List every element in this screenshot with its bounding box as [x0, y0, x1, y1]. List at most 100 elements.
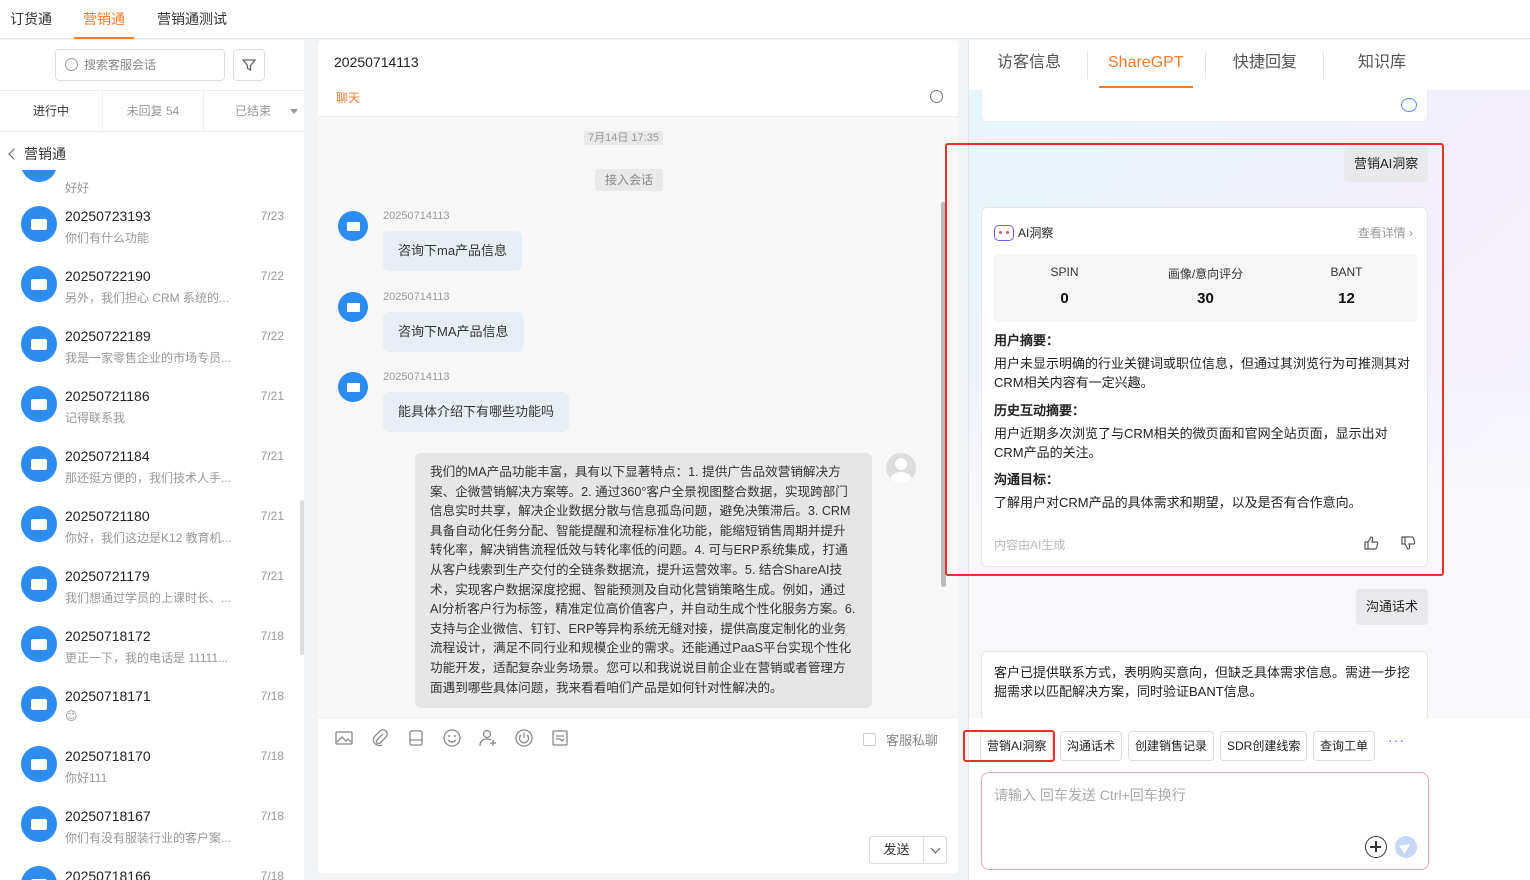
tab-knowledge-base[interactable]: 知识库	[1358, 40, 1406, 88]
quick-ai-insight-button[interactable]: 营销AI洞察	[980, 731, 1054, 761]
session-name: 20250718172	[65, 628, 151, 644]
avatar	[21, 686, 57, 722]
add-icon[interactable]	[1365, 836, 1387, 858]
tab-dinghuotong[interactable]: 订货通	[10, 0, 52, 39]
section-body: 用户近期多次浏览了与CRM相关的微页面和官网全站页面，显示出对CRM产品的关注。	[994, 425, 1388, 461]
chat-scrollbar[interactable]	[941, 202, 946, 587]
session-list-scrollbar[interactable]	[300, 500, 304, 655]
settings-icon[interactable]	[930, 90, 943, 103]
session-name: 20250721179	[65, 568, 150, 584]
drive-icon[interactable]	[406, 728, 426, 748]
session-preview: 你们有什么功能	[65, 231, 150, 245]
tab-sharegpt[interactable]: ShareGPT	[1099, 40, 1193, 88]
time-label: 7月14日 17:35	[584, 131, 663, 145]
end-session-icon[interactable]	[514, 728, 534, 748]
tab-quick-reply[interactable]: 快捷回复	[1233, 40, 1297, 88]
session-item[interactable]: 20250722190 7/22 另外，我们担心 CRM 系统的...	[0, 254, 298, 314]
insight-header: AI洞察	[994, 224, 1053, 241]
quick-talk-script-button[interactable]: 沟通话术	[1060, 731, 1123, 761]
session-item[interactable]: 20250721186 7/21 记得联系我	[0, 374, 298, 434]
avatar	[21, 746, 57, 782]
attachment-icon[interactable]	[370, 728, 390, 748]
send-button-group: 发送	[869, 836, 947, 864]
thumbs-down-icon[interactable]	[1400, 535, 1416, 551]
metric-value: 12	[1338, 290, 1355, 307]
session-name: 20250721186	[65, 388, 150, 404]
avatar	[338, 211, 368, 241]
send-button[interactable]: 发送	[870, 837, 924, 863]
ai-chat-icon[interactable]	[1401, 98, 1417, 112]
assistant-panel: 访客信息 ShareGPT 快捷回复 知识库 营销AI洞察 AI洞察 查看详情 …	[968, 40, 1530, 880]
quick-create-sales-record-button[interactable]: 创建销售记录	[1128, 731, 1215, 761]
assistant-input[interactable]	[994, 785, 1414, 835]
session-item-partial[interactable]: 好好	[0, 170, 298, 195]
session-item[interactable]: 20250718172 7/18 更正一下，我的电话是 11111...	[0, 614, 298, 674]
group-header[interactable]: 营销通	[8, 144, 66, 164]
metric-label: SPIN	[1050, 265, 1079, 279]
quick-sdr-create-lead-button[interactable]: SDR创建线索	[1220, 731, 1308, 761]
chat-subtitle[interactable]: 聊天	[336, 89, 360, 106]
transfer-user-icon[interactable]	[478, 728, 498, 748]
talk-script-card: 客户已提供联系方式，表明购买意向，但缺乏具体需求信息。需进一步挖掘需求以匹配解决…	[981, 651, 1428, 718]
send-icon[interactable]	[1395, 836, 1417, 858]
emoji-icon[interactable]	[442, 728, 462, 748]
avatar	[21, 326, 57, 362]
tab-yingxiaotong[interactable]: 营销通	[74, 0, 134, 39]
avatar	[21, 446, 57, 482]
avatar	[21, 206, 57, 242]
section-body: 用户未显示明确的行业关键词或职位信息，但通过其浏览行为可推测其对CRM相关内容有…	[994, 355, 1411, 391]
assistant-tabs: 访客信息 ShareGPT 快捷回复 知识库	[969, 40, 1530, 90]
image-icon[interactable]	[334, 728, 354, 748]
search-box[interactable]	[55, 49, 225, 81]
chat-panel: 20250714113 聊天 7月14日 17:35 接入会话 20250714…	[318, 40, 958, 873]
filter-button[interactable]	[233, 49, 265, 81]
session-preview: 更正一下，我的电话是 11111...	[65, 651, 229, 665]
tab-unreplied[interactable]: 未回复 54	[103, 91, 204, 131]
section-heading: 历史互动摘要：	[994, 403, 1086, 418]
tab-yingxiaotong-test[interactable]: 营销通测试	[157, 0, 227, 39]
session-item[interactable]: 20250718167 7/18 你们有没有服装行业的客户案...	[0, 794, 298, 854]
session-item[interactable]: 20250722189 7/22 我是一家零售企业的市场专员...	[0, 314, 298, 374]
session-item[interactable]: 20250721184 7/21 那还挺方便的，我们技术人手...	[0, 434, 298, 494]
session-date: 7/18	[260, 809, 284, 823]
avatar	[21, 806, 57, 842]
message-area: 7月14日 17:35 接入会话 20250714113 咨询下ma产品信息 2…	[318, 117, 958, 717]
divider	[1323, 51, 1324, 79]
session-preview: 我是一家零售企业的市场专员...	[65, 351, 232, 365]
view-details-link[interactable]: 查看详情 ›	[1358, 224, 1413, 241]
tab-visitor-info[interactable]: 访客信息	[997, 40, 1061, 88]
session-item[interactable]: 20250718170 7/18 你好111	[0, 734, 298, 794]
form-icon[interactable]	[550, 728, 570, 748]
session-date: 7/18	[260, 749, 284, 763]
metric-profile-score: 画像/意向评分 30	[1135, 254, 1276, 322]
avatar	[21, 566, 57, 602]
message-bubble: 咨询下MA产品信息	[383, 312, 524, 352]
search-input[interactable]	[84, 56, 219, 74]
private-chat-toggle[interactable]: 客服私聊	[863, 730, 938, 749]
session-name: 20250721180	[65, 508, 150, 524]
message-composer[interactable]: 发送	[318, 757, 958, 873]
session-date: 7/21	[260, 389, 284, 403]
session-item[interactable]: 20250718166 7/18	[0, 854, 298, 880]
section-heading: 用户摘要：	[994, 333, 1060, 348]
quick-actions-bar: 营销AI洞察 沟通话术 创建销售记录 SDR创建线索 查询工单 ···	[969, 718, 1530, 768]
session-item[interactable]: 20250721180 7/21 你好，我们这边是K12 教育机...	[0, 494, 298, 554]
session-item[interactable]: 20250718171 7/18 😊	[0, 674, 298, 734]
private-chat-checkbox[interactable]	[863, 733, 876, 746]
session-item[interactable]: 20250721179 7/21 我们想通过学员的上课时长、...	[0, 554, 298, 614]
chevron-down-icon[interactable]	[290, 109, 298, 114]
tab-ended[interactable]: 已结束	[204, 91, 304, 131]
divider	[1087, 51, 1088, 79]
avatar	[338, 292, 368, 322]
avatar	[21, 506, 57, 542]
section-body: 了解用户对CRM产品的具体需求和期望，以及是否有合作意向。	[994, 494, 1362, 510]
insight-title: AI洞察	[1018, 226, 1054, 240]
session-name: 20250721184	[65, 448, 150, 464]
tab-in-progress[interactable]: 进行中	[0, 91, 103, 131]
send-options-dropdown[interactable]	[924, 837, 946, 863]
quick-query-ticket-button[interactable]: 查询工单	[1313, 731, 1376, 761]
session-item[interactable]: 20250723193 7/23 你们有什么功能	[0, 194, 298, 254]
thumbs-up-icon[interactable]	[1363, 535, 1379, 551]
top-tab-bar: 订货通 营销通 营销通测试	[0, 0, 1530, 39]
more-actions-button[interactable]: ···	[1388, 732, 1405, 748]
